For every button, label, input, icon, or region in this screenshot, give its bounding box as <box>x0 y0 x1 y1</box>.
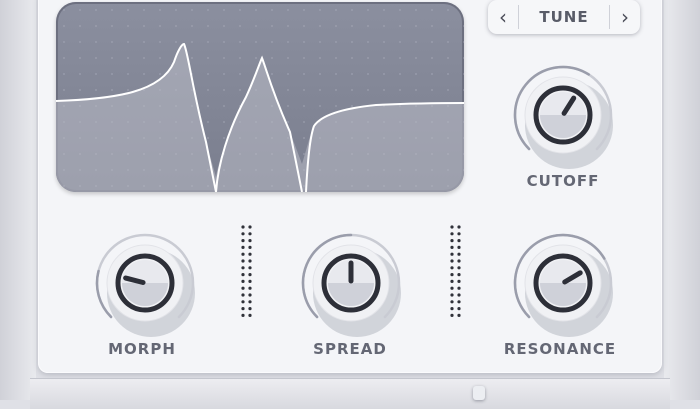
cutoff-knob[interactable] <box>508 60 618 170</box>
resonance-knob[interactable] <box>508 228 618 338</box>
chevron-right-icon[interactable]: › <box>610 0 640 34</box>
morph-label: MORPH <box>108 340 176 358</box>
resonance-label: RESONANCE <box>503 340 617 358</box>
slider-handle[interactable] <box>473 386 485 400</box>
spread-label: SPREAD <box>313 340 387 358</box>
spread-knob-graphic <box>301 233 401 337</box>
meter-dots-left <box>241 225 252 317</box>
filter-display <box>56 2 464 192</box>
tune-selector: ‹ TUNE › <box>488 0 640 34</box>
left-frame <box>0 0 36 400</box>
morph-knob-graphic <box>95 233 195 337</box>
meter-dots-right <box>450 225 461 317</box>
morph-knob[interactable] <box>90 228 200 338</box>
right-frame <box>664 0 700 400</box>
cutoff-label: CUTOFF <box>526 172 600 190</box>
spread-knob[interactable] <box>296 228 406 338</box>
bottom-strip <box>30 378 670 409</box>
cutoff-knob-graphic <box>513 65 613 169</box>
tune-label: TUNE <box>539 8 589 26</box>
resonance-knob-graphic <box>513 233 613 337</box>
chevron-left-icon[interactable]: ‹ <box>488 0 518 34</box>
filter-response-graph <box>56 2 464 192</box>
